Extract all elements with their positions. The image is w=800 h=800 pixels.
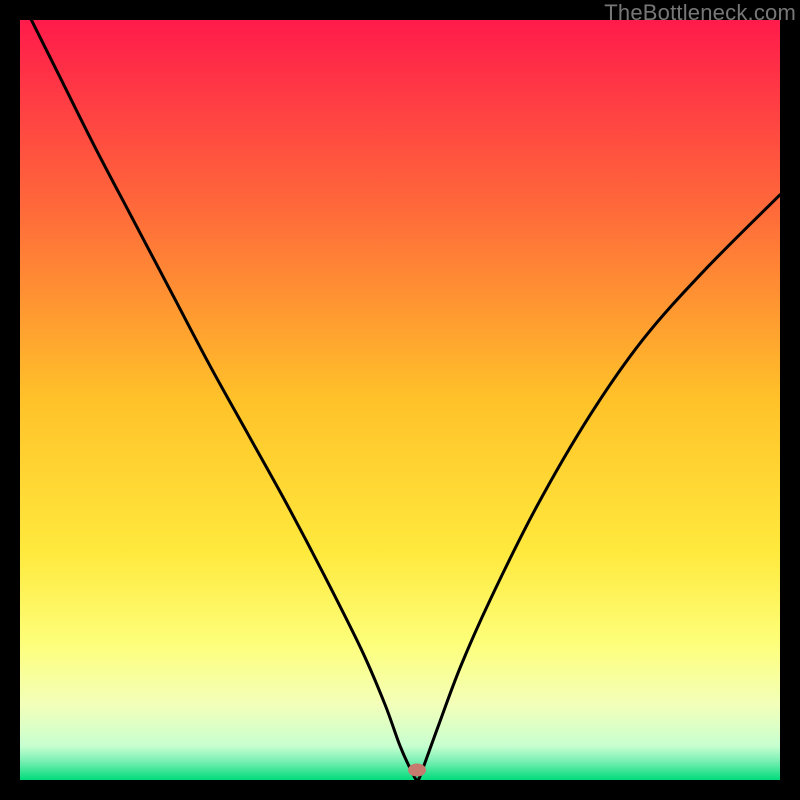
chart-frame <box>20 20 780 780</box>
bottleneck-chart <box>20 20 780 780</box>
gradient-background <box>20 20 780 780</box>
optimal-point-marker <box>408 764 426 777</box>
watermark-text: TheBottleneck.com <box>604 0 796 26</box>
